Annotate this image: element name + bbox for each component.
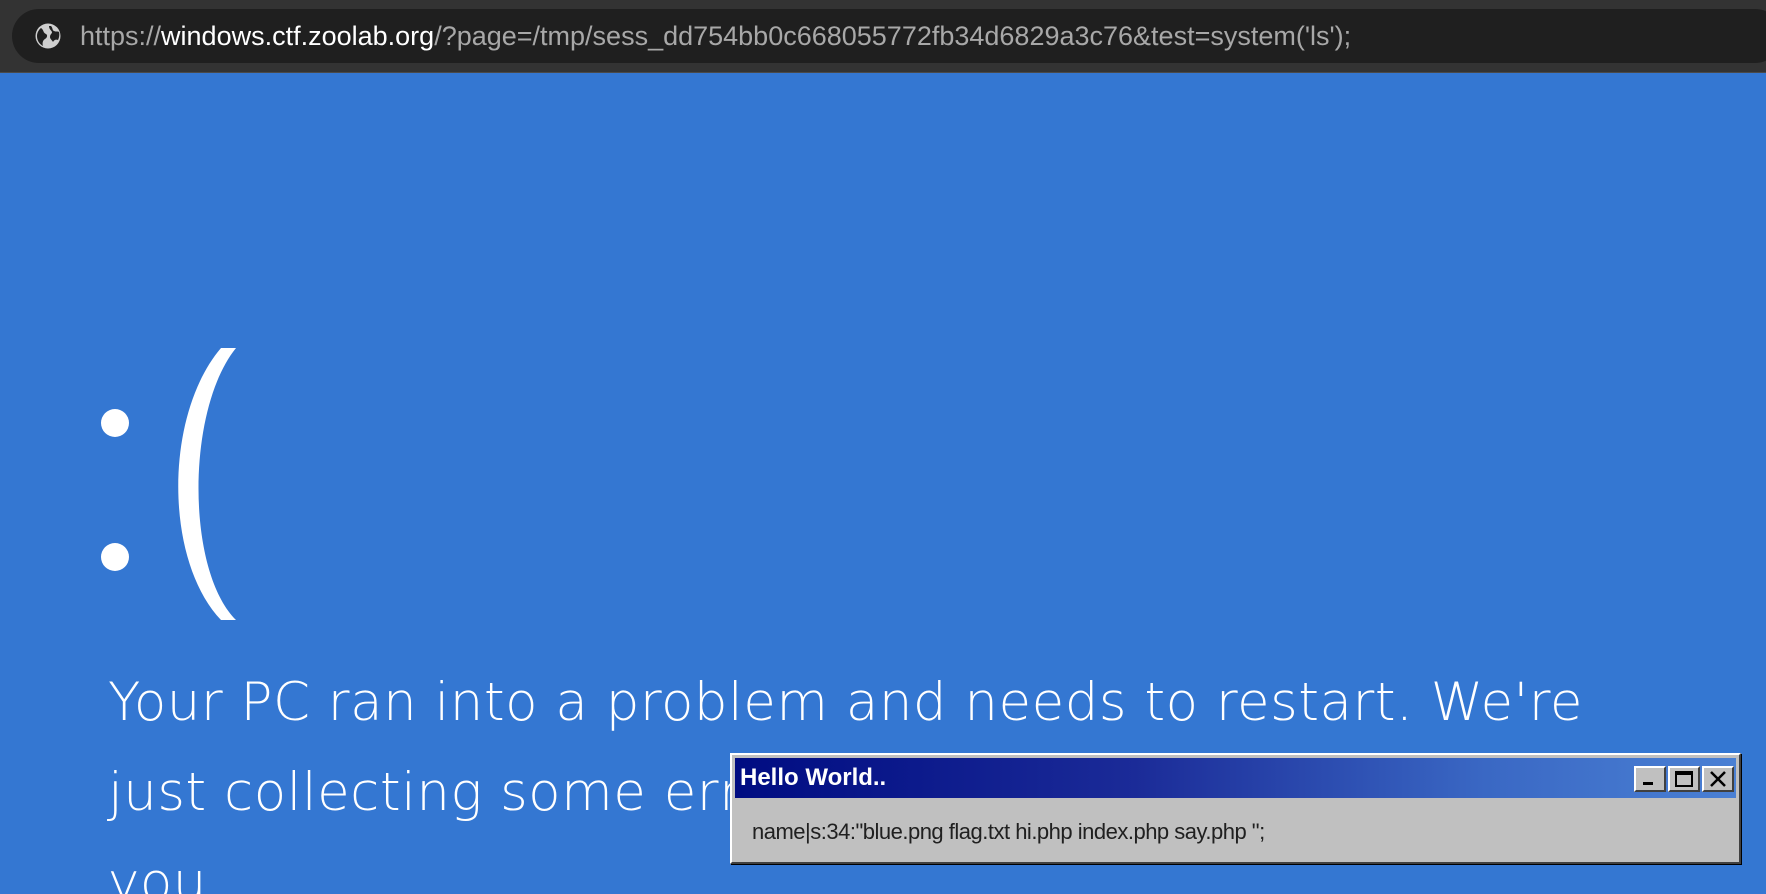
hello-world-dialog[interactable]: Hello World.. name|s:34:"blue.png flag.t… <box>730 753 1741 864</box>
error-message-line-1: Your PC ran into a problem and needs to … <box>108 672 1583 733</box>
url-host: windows.ctf.zoolab.org <box>161 21 435 51</box>
minimize-icon <box>1643 782 1653 785</box>
dialog-title: Hello World.. <box>740 764 887 791</box>
error-message-line-3: you. <box>108 852 225 894</box>
error-message-line-2: just collecting some erro <box>108 762 774 823</box>
minimize-button[interactable] <box>1634 766 1666 792</box>
url-scheme: https:// <box>80 21 162 51</box>
dialog-titlebar[interactable]: Hello World.. <box>735 758 1736 798</box>
close-button[interactable] <box>1702 766 1734 792</box>
url-text[interactable]: https://windows.ctf.zoolab.org/?page=/tm… <box>80 18 1351 54</box>
sad-face-emoticon <box>101 348 236 620</box>
maximize-button[interactable] <box>1668 766 1700 792</box>
close-icon <box>1710 771 1726 787</box>
dialog-message: name|s:34:"blue.png flag.txt hi.php inde… <box>752 819 1265 844</box>
globe-icon[interactable] <box>34 22 62 50</box>
maximize-icon <box>1675 771 1693 787</box>
browser-toolbar: https://windows.ctf.zoolab.org/?page=/tm… <box>0 0 1766 73</box>
url-path: /?page=/tmp/sess_dd754bb0c668055772fb34d… <box>434 21 1352 51</box>
